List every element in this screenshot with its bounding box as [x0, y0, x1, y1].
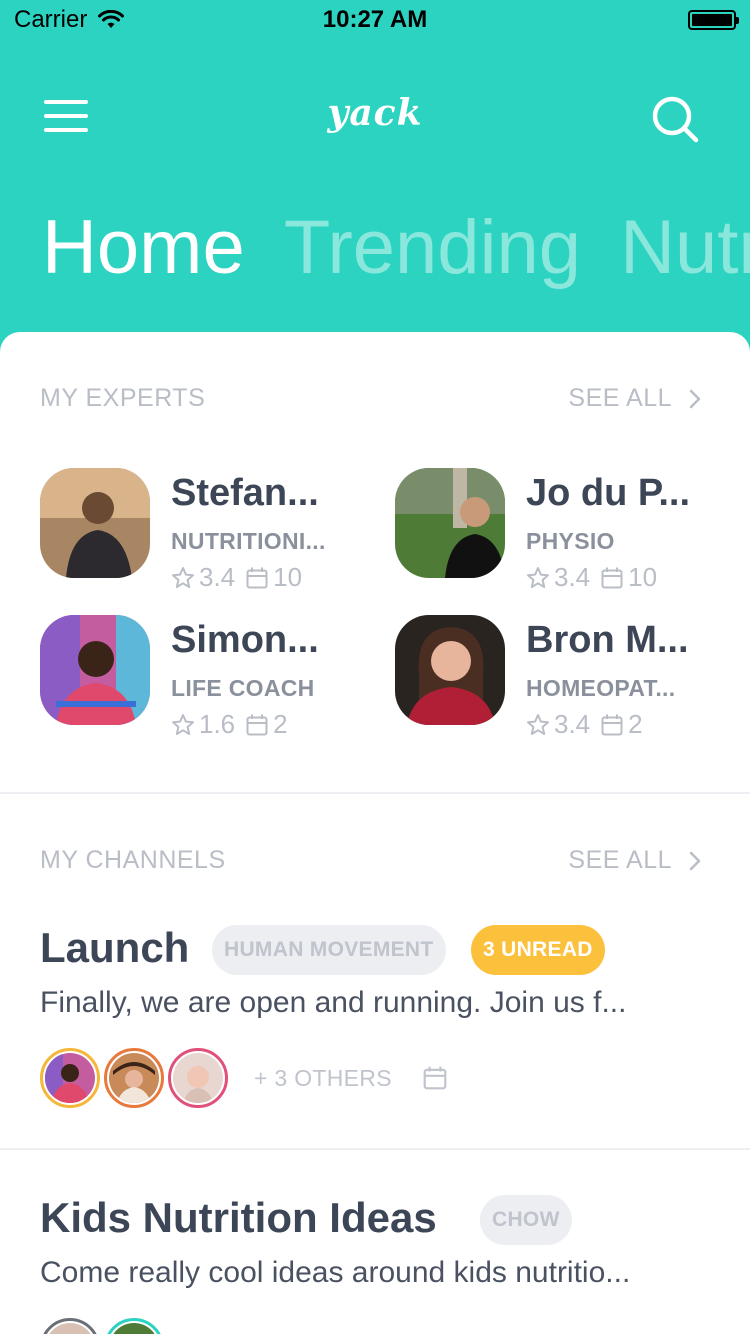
section-divider	[0, 1148, 750, 1150]
experts-title: MY EXPERTS	[40, 384, 206, 412]
expert-name: Bron M...	[526, 619, 689, 661]
expert-rating: 1.6	[199, 709, 236, 739]
chevron-right-icon	[689, 851, 701, 870]
chevron-right-icon	[689, 389, 701, 408]
channel-description: Finally, we are open and running. Join u…	[40, 986, 627, 1019]
status-left: Carrier	[14, 6, 125, 34]
expert-role: NUTRITIONI...	[171, 528, 326, 554]
star-icon	[527, 566, 549, 588]
expert-name: Jo du P...	[526, 472, 691, 514]
see-all-label: SEE ALL	[568, 846, 672, 874]
star-icon	[172, 566, 194, 588]
channel-members: + 3 OTHERS	[40, 1048, 448, 1108]
channel-members	[40, 1318, 168, 1334]
expert-sessions: 2	[628, 709, 643, 739]
expert-sessions: 2	[273, 709, 288, 739]
expert-sessions: 10	[628, 562, 658, 592]
expert-avatar	[40, 468, 150, 578]
expert-avatar	[395, 615, 505, 725]
section-divider	[0, 792, 750, 794]
app-logo: yack	[327, 92, 423, 134]
channel-tag: CHOW	[480, 1195, 572, 1245]
wifi-icon	[98, 10, 125, 28]
calendar-icon	[423, 1066, 447, 1090]
channels-see-all-button[interactable]: SEE ALL	[568, 846, 702, 875]
unread-badge: 3 UNREAD	[471, 925, 605, 975]
expert-card[interactable]: Stefan... NUTRITIONI... 3.4 10	[40, 468, 360, 592]
expert-card[interactable]: Jo du P... PHYSIO 3.4 10	[395, 468, 715, 592]
navbar: yack	[0, 80, 750, 160]
carrier-label: Carrier	[14, 6, 88, 33]
content-sheet: MY EXPERTS SEE ALL Stefan... NUTRITIONI.…	[0, 332, 750, 1334]
expert-stats: 3.4 2	[526, 709, 643, 740]
member-avatar	[104, 1318, 164, 1334]
expert-avatar	[40, 615, 150, 725]
members-others-count: + 3 OTHERS	[254, 1064, 392, 1091]
member-avatar	[40, 1318, 100, 1334]
member-avatar	[104, 1048, 164, 1108]
expert-name: Stefan...	[171, 472, 319, 514]
calendar-icon	[601, 567, 623, 588]
search-icon[interactable]	[650, 94, 700, 144]
battery-icon	[688, 10, 739, 30]
tab-trending[interactable]: Trending	[284, 200, 581, 296]
expert-avatar	[395, 468, 505, 578]
see-all-label: SEE ALL	[568, 384, 672, 412]
star-icon	[172, 713, 194, 735]
channel-description: Come really cool ideas around kids nutri…	[40, 1256, 631, 1289]
expert-stats: 3.4 10	[526, 562, 657, 593]
channels-header: MY CHANNELS SEE ALL	[40, 846, 702, 875]
member-avatar	[168, 1048, 228, 1108]
expert-stats: 1.6 2	[171, 709, 288, 740]
channels-title: MY CHANNELS	[40, 846, 226, 874]
calendar-icon	[246, 714, 268, 735]
expert-rating: 3.4	[199, 562, 236, 592]
experts-header: MY EXPERTS SEE ALL	[40, 384, 702, 413]
member-avatar	[40, 1048, 100, 1108]
expert-role: PHYSIO	[526, 528, 615, 554]
tab-nutrition[interactable]: Nutr	[620, 200, 750, 296]
star-icon	[527, 713, 549, 735]
channel-title: Kids Nutrition Ideas	[40, 1194, 437, 1241]
expert-rating: 3.4	[554, 562, 591, 592]
expert-card[interactable]: Bron M... HOMEOPAT... 3.4 2	[395, 615, 715, 739]
status-bar: Carrier 10:27 AM	[0, 0, 750, 40]
expert-role: LIFE COACH	[171, 675, 315, 701]
expert-rating: 3.4	[554, 709, 591, 739]
calendar-icon	[601, 714, 623, 735]
expert-role: HOMEOPAT...	[526, 675, 676, 701]
experts-see-all-button[interactable]: SEE ALL	[568, 384, 702, 413]
category-tabs: Home Trending Nutr	[42, 200, 750, 296]
channel-tag: HUMAN MOVEMENT	[212, 925, 446, 975]
expert-card[interactable]: Simon... LIFE COACH 1.6 2	[40, 615, 360, 739]
tab-home[interactable]: Home	[42, 200, 245, 296]
channel-title: Launch	[40, 924, 190, 971]
calendar-icon	[246, 567, 268, 588]
expert-stats: 3.4 10	[171, 562, 302, 593]
expert-name: Simon...	[171, 619, 319, 661]
expert-sessions: 10	[273, 562, 303, 592]
